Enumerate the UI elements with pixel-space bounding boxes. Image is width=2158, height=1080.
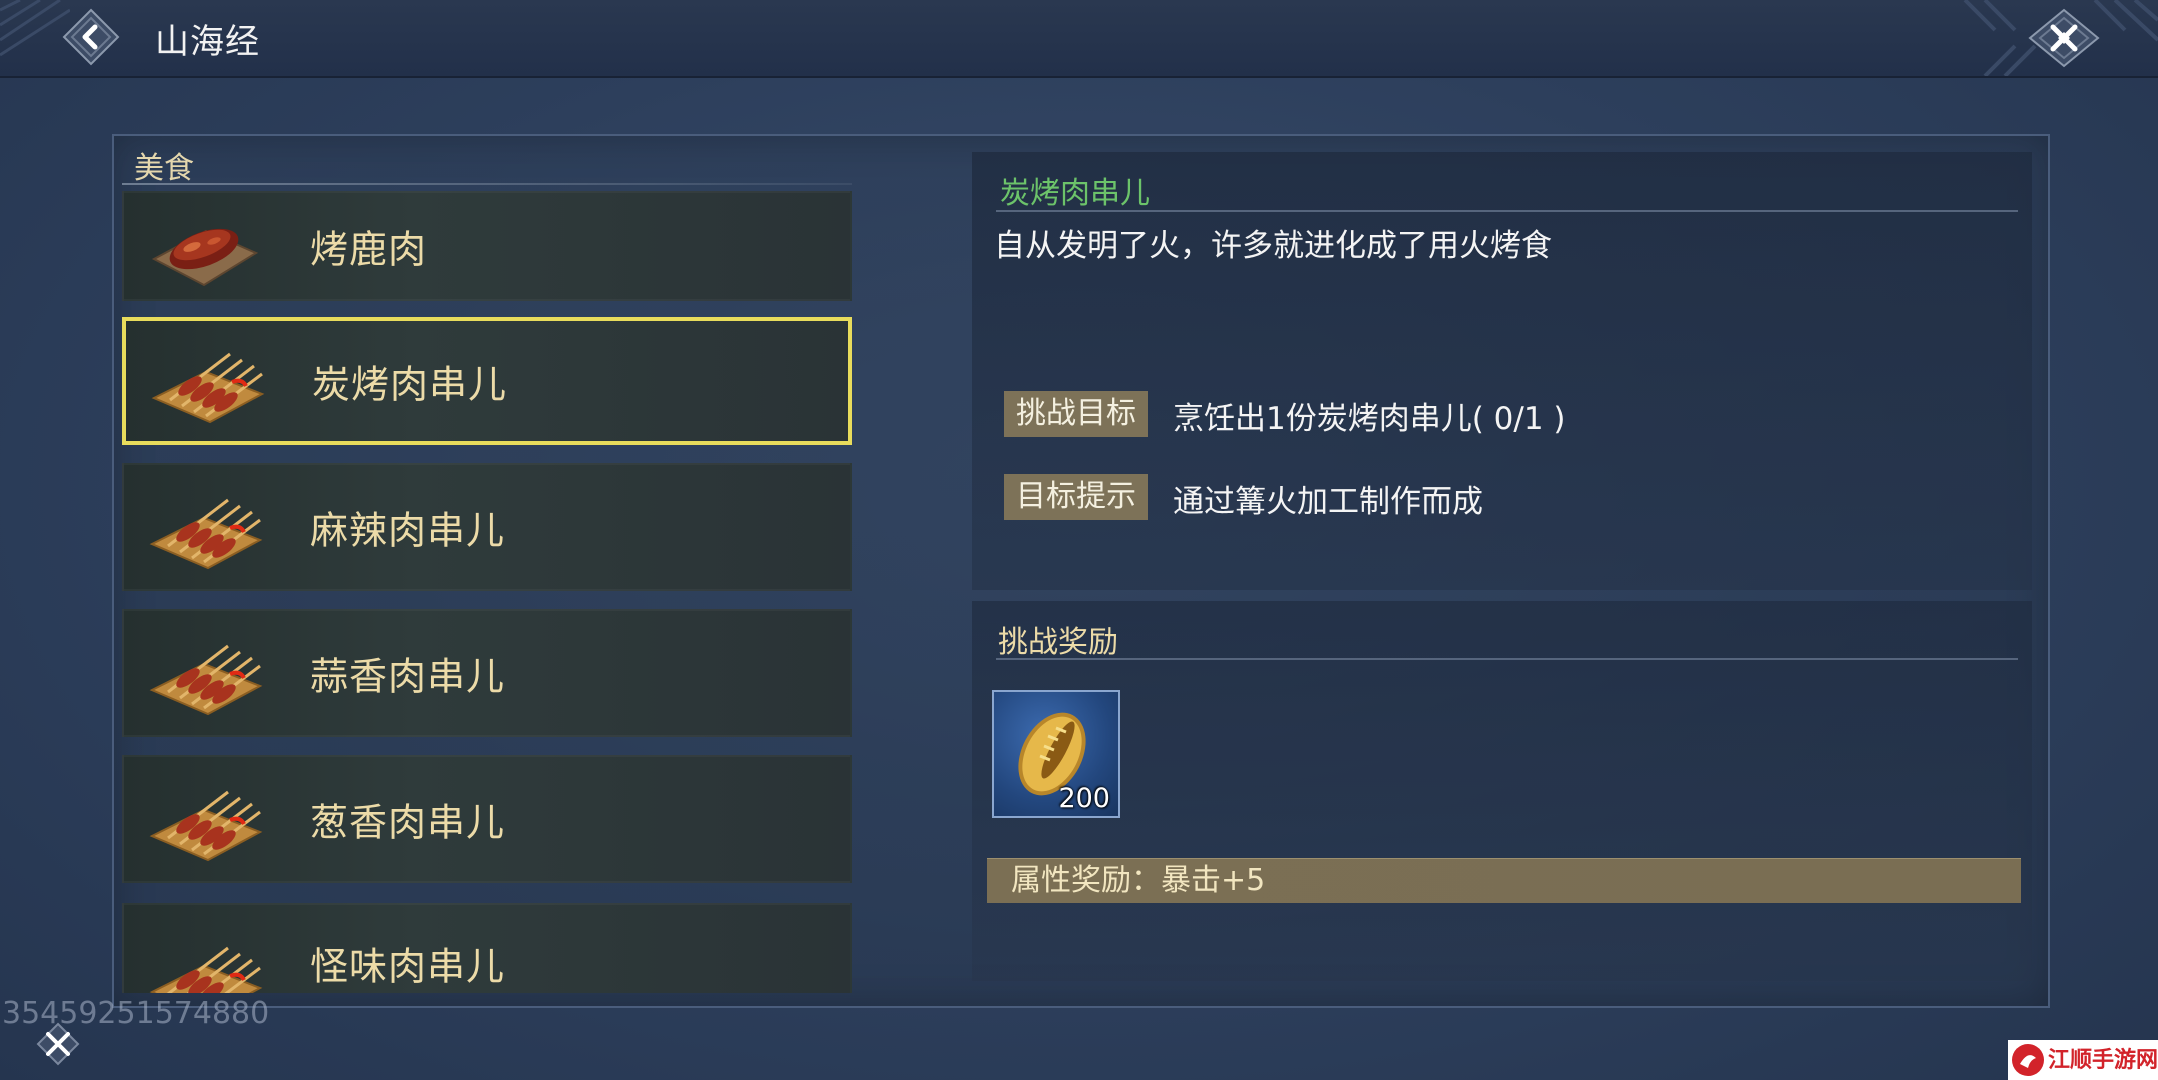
meat-skewer-icon [149,790,263,862]
detail-description: 自从发明了火，许多就进化成了用火烤食 [994,228,1552,264]
corner-pattern-icon [0,0,70,57]
hint-tag: 目标提示 [1004,474,1148,520]
list-item-label: 炭烤肉串儿 [312,362,508,407]
list-item-spicy-skewer[interactable]: 麻辣肉串儿 [122,463,852,591]
meat-skewer-icon [151,352,265,424]
top-bar: 山海经 [0,0,2158,78]
list-item-label: 蒜香肉串儿 [310,654,506,699]
close-x-icon[interactable] [2026,8,2102,68]
list-header: 美食 [134,151,194,186]
list-item-label: 麻辣肉串儿 [310,508,506,553]
list-item-roast-venison[interactable]: 烤鹿肉 [122,191,852,301]
reward-item-slot[interactable]: 200 [992,690,1120,818]
meat-skewer-icon [149,498,263,570]
divider [996,658,2018,660]
list-item-label: 烤鹿肉 [310,227,428,272]
goal-value: 烹饪出1份炭烤肉串儿( 0/1 ) [1173,401,1566,437]
list-item-charcoal-skewer[interactable]: 炭烤肉串儿 [122,317,852,445]
detail-title: 炭烤肉串儿 [1000,176,1150,211]
meat-skewer-icon [149,644,263,716]
list-item-garlic-skewer[interactable]: 蒜香肉串儿 [122,609,852,737]
hint-value: 通过篝火加工制作而成 [1173,484,1483,520]
detail-panel [972,152,2032,590]
back-arrow-icon[interactable] [62,8,120,66]
divider [996,210,2018,212]
reward-item-count: 200 [1058,783,1110,814]
page-title: 山海经 [155,22,260,62]
list-item-label: 怪味肉串儿 [310,944,506,989]
attribute-reward-text: 属性奖励：暴击+5 [1011,863,1266,898]
crossed-swords-icon[interactable] [36,1022,80,1066]
food-list[interactable]: 烤鹿肉 炭烤肉串儿 麻辣肉串儿 蒜香肉串儿 葱香肉串儿 怪味肉串儿 [120,186,855,993]
roast-venison-icon [151,228,259,287]
list-item-label: 葱香肉串儿 [310,800,506,845]
attribute-reward-bar: 属性奖励：暴击+5 [987,858,2021,903]
list-item-odd-flavor-skewer[interactable]: 怪味肉串儿 [122,903,852,993]
site-logo: 江顺手游网 [2008,1040,2158,1080]
goal-tag: 挑战目标 [1004,391,1148,437]
list-item-scallion-skewer[interactable]: 葱香肉串儿 [122,755,852,883]
meat-skewer-icon [149,946,263,993]
reward-title: 挑战奖励 [998,625,1118,660]
site-logo-text: 江顺手游网 [2048,1048,2158,1073]
divider [122,183,852,185]
site-logo-icon [2012,1044,2044,1076]
